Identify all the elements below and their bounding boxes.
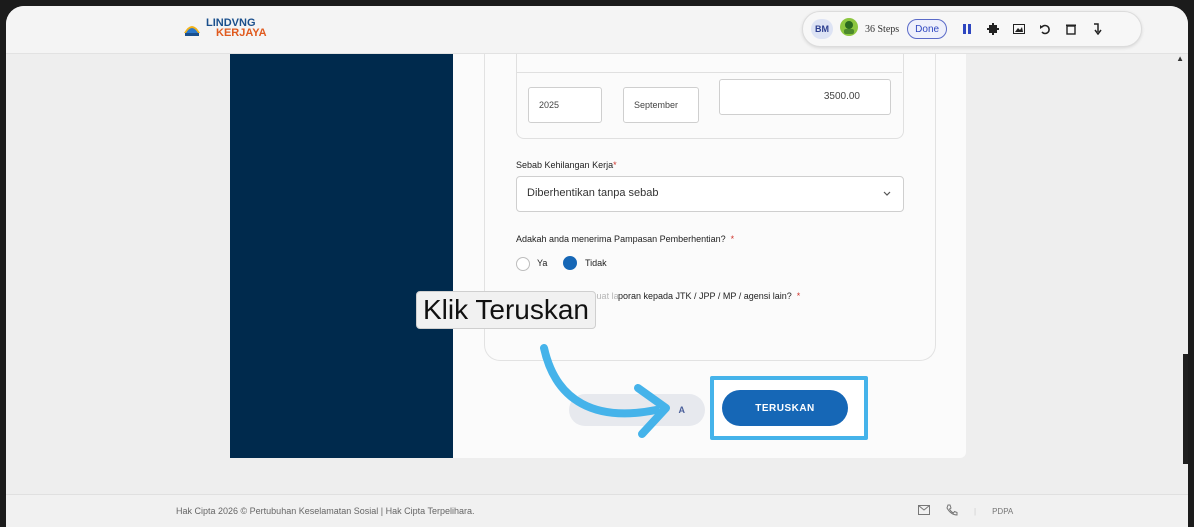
logo-emblem-icon (184, 26, 200, 36)
radio-ya-label: Ya (537, 258, 548, 268)
chevron-down-icon (883, 188, 891, 200)
compensation-question: Adakah anda menerima Pampasan Pemberhent… (516, 234, 735, 244)
logo-line2: KERJAYA (216, 27, 267, 39)
mail-icon[interactable] (918, 505, 930, 517)
radio-ya[interactable] (516, 257, 530, 271)
site-footer: Hak Cipta 2026 © Pertubuhan Keselamatan … (6, 494, 1188, 527)
recorder-avatar-icon (839, 17, 859, 42)
download-icon[interactable] (1091, 22, 1103, 36)
reason-select[interactable]: Diberhentikan tanpa sebab (516, 176, 904, 212)
phone-icon[interactable] (946, 504, 958, 518)
radio-tidak[interactable] (563, 256, 577, 270)
reason-value: Diberhentikan tanpa sebab (527, 187, 659, 199)
stop-icon[interactable] (987, 22, 1000, 36)
scrollbar[interactable] (1183, 354, 1188, 464)
recorder-toolbar: BM 36 Steps Done (802, 11, 1142, 47)
year-value: 2025 (539, 100, 560, 110)
image-icon[interactable] (1013, 22, 1026, 36)
copyright-text: Hak Cipta 2026 © Pertubuhan Keselamatan … (176, 506, 475, 516)
callout-arrow-icon (540, 344, 670, 438)
report-question: poran kepada JTK / JPP / MP / agensi lai… (618, 291, 801, 301)
lindung-kerjaya-logo[interactable]: LINDVNG KERJAYA (182, 18, 267, 39)
teruskan-button[interactable]: TERUSKAN (722, 390, 848, 426)
site-header: LINDVNG KERJAYA BM 36 Steps Done (6, 6, 1188, 54)
instruction-callout: Klik Teruskan (416, 291, 597, 329)
done-button[interactable]: Done (907, 19, 948, 39)
radio-tidak-label: Tidak (585, 258, 607, 268)
month-field[interactable]: September (623, 87, 699, 123)
undo-icon[interactable] (1039, 22, 1051, 36)
language-badge[interactable]: BM (811, 19, 833, 39)
income-box-divider (516, 72, 902, 73)
side-panel (230, 54, 453, 458)
reason-label: Sebab Kehilangan Kerja* (516, 160, 617, 170)
trash-icon[interactable] (1065, 22, 1077, 36)
pause-icon[interactable] (961, 22, 973, 36)
scroll-up-arrow-icon[interactable]: ▲ (1176, 54, 1184, 63)
month-value: September (634, 100, 679, 110)
year-field[interactable]: 2025 (528, 87, 602, 123)
amount-value: 3500.00 (823, 91, 860, 102)
steps-count: 36 Steps (865, 23, 900, 35)
app-frame: LINDVNG KERJAYA BM 36 Steps Done ▲ 2025 … (6, 6, 1188, 527)
pdpa-link[interactable]: PDPA (992, 507, 1013, 516)
amount-field[interactable]: 3500.00 (719, 79, 891, 115)
